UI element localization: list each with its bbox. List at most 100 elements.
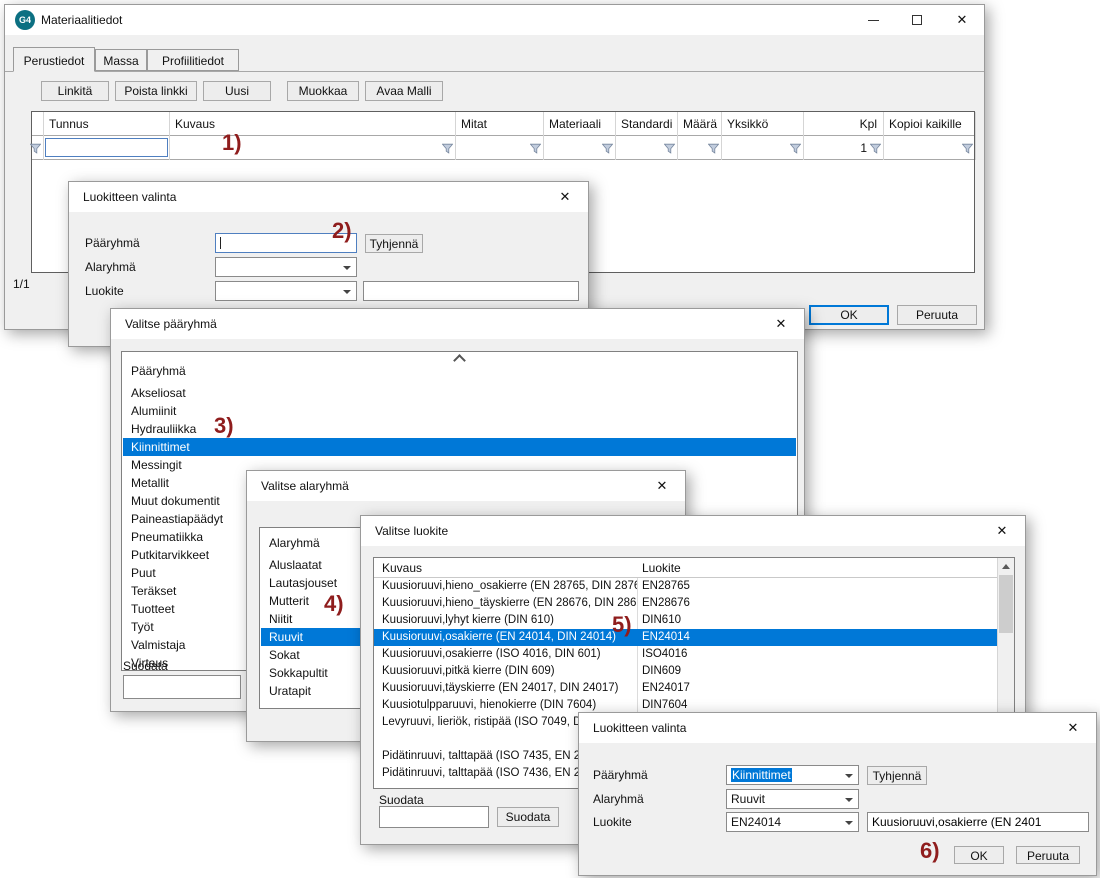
filter-cell-selector: [32, 136, 44, 160]
cell-luokite: EN24014: [637, 629, 999, 646]
chevron-down-icon: [343, 290, 351, 294]
kpl-value: 1: [860, 141, 867, 155]
close-icon: ✕: [657, 478, 668, 493]
column-header-kopioi-kaikille[interactable]: Kopioi kaikille: [884, 112, 976, 136]
filter-icon[interactable]: [708, 143, 719, 154]
filter-icon[interactable]: [790, 143, 801, 154]
cancel-button[interactable]: Peruuta: [1016, 846, 1080, 864]
close-button[interactable]: ✕: [1058, 717, 1088, 739]
cell-kuvaus: Kuusioruuvi,hieno_täyskierre (EN 28676, …: [374, 595, 637, 612]
window-titlebar[interactable]: G4 Materiaalitiedot ✕: [5, 5, 984, 35]
dialog-titlebar[interactable]: Luokitteen valinta ✕: [579, 713, 1096, 743]
cell-luokite: ISO4016: [637, 646, 999, 663]
muokkaa-button[interactable]: Muokkaa: [287, 81, 359, 101]
dialog-titlebar[interactable]: Luokitteen valinta ✕: [69, 182, 588, 212]
close-icon: ✕: [997, 523, 1008, 538]
filter-icon[interactable]: [962, 143, 973, 154]
table-row[interactable]: Kuusioruuvi,hieno_täyskierre (EN 28676, …: [374, 595, 999, 612]
tab-perustiedot[interactable]: Perustiedot: [13, 47, 95, 72]
dialog-title: Valitse luokite: [375, 524, 448, 538]
close-icon: ✕: [776, 316, 787, 331]
column-header-kuvaus[interactable]: Kuvaus: [382, 558, 422, 578]
column-header-kuvaus[interactable]: Kuvaus: [170, 112, 456, 136]
close-icon: ✕: [1068, 720, 1079, 735]
grid-header-row: Kuvaus Luokite: [374, 558, 999, 578]
cancel-button[interactable]: Peruuta: [897, 305, 977, 325]
column-header-materiaali[interactable]: Materiaali: [544, 112, 616, 136]
annotation-step-6: 6): [920, 838, 940, 864]
column-header-yksikk[interactable]: Yksikkö: [722, 112, 804, 136]
ok-button[interactable]: OK: [809, 305, 889, 325]
filter-cell-yksikk: [722, 136, 804, 160]
close-button[interactable]: ✕: [766, 313, 796, 335]
tab-massa[interactable]: Massa: [95, 49, 147, 71]
alaryhma-label: Alaryhmä: [593, 792, 644, 806]
alaryhma-combo[interactable]: Ruuvit: [726, 789, 859, 809]
luokite-text-field[interactable]: [867, 812, 1089, 832]
filter-icon[interactable]: [870, 143, 881, 154]
column-header-m-r[interactable]: Määrä: [678, 112, 722, 136]
luokite-filter-input[interactable]: [379, 806, 489, 828]
close-button[interactable]: ✕: [987, 520, 1017, 542]
filter-icon[interactable]: [664, 143, 675, 154]
clear-button[interactable]: Tyhjennä: [365, 234, 423, 253]
annotation-step-1: 1): [222, 130, 242, 156]
filter-label: Suodata: [379, 793, 424, 807]
filter-cell-m-r: [678, 136, 722, 160]
scrollbar-thumb[interactable]: [999, 575, 1013, 633]
filter-icon[interactable]: [442, 143, 453, 154]
dialog-titlebar[interactable]: Valitse alaryhmä ✕: [247, 471, 685, 501]
tunnus-filter-input[interactable]: [45, 138, 168, 157]
list-item-akseliosat[interactable]: Akseliosat: [123, 384, 796, 402]
filter-icon[interactable]: [602, 143, 613, 154]
close-button[interactable]: ✕: [550, 186, 580, 208]
paaryhma-combo[interactable]: Kiinnittimet: [726, 765, 859, 785]
poista-linkki-button[interactable]: Poista linkki: [115, 81, 197, 101]
filter-cell-materiaali: [544, 136, 616, 160]
luokite-combo[interactable]: [215, 281, 357, 301]
close-button[interactable]: ✕: [647, 475, 677, 497]
avaa-malli-button[interactable]: Avaa Malli: [365, 81, 443, 101]
luokite-text-field[interactable]: [363, 281, 579, 301]
clear-button[interactable]: Tyhjennä: [867, 766, 927, 785]
list-item-kiinnittimet[interactable]: Kiinnittimet: [123, 438, 796, 456]
filter-cell-standardi: [616, 136, 678, 160]
paaryhma-filter-input[interactable]: [123, 675, 241, 699]
screen: G4 Materiaalitiedot ✕ PerustiedotMassaPr…: [0, 0, 1100, 878]
filter-cell-kuvaus: [170, 136, 456, 160]
dialog-titlebar[interactable]: Valitse luokite ✕: [361, 516, 1025, 546]
column-header-luokite[interactable]: Luokite: [642, 558, 681, 578]
column-header-mitat[interactable]: Mitat: [456, 112, 544, 136]
cell-kuvaus: Kuusioruuvi,osakierre (ISO 4016, DIN 601…: [374, 646, 637, 663]
uusi-button[interactable]: Uusi: [203, 81, 271, 101]
ok-button[interactable]: OK: [954, 846, 1004, 864]
scroll-up-button[interactable]: [998, 558, 1014, 575]
table-row[interactable]: Kuusioruuvi,osakierre (EN 24014, DIN 240…: [374, 629, 999, 646]
table-row[interactable]: Kuusioruuvi,lyhyt kierre (DIN 610)DIN610: [374, 612, 999, 629]
filter-icon[interactable]: [530, 143, 541, 154]
list-header: Pääryhmä: [123, 362, 796, 380]
filter-icon[interactable]: [30, 143, 41, 154]
column-header-selector[interactable]: [32, 112, 44, 136]
filter-button[interactable]: Suodata: [497, 807, 559, 827]
maximize-button[interactable]: [897, 5, 939, 35]
alaryhma-combo[interactable]: [215, 257, 357, 277]
chevron-down-icon: [845, 821, 853, 825]
column-header-standardi[interactable]: Standardi: [616, 112, 678, 136]
linkit-button[interactable]: Linkitä: [41, 81, 109, 101]
table-row[interactable]: Kuusioruuvi,osakierre (ISO 4016, DIN 601…: [374, 646, 999, 663]
minimize-button[interactable]: [853, 5, 895, 35]
table-row[interactable]: Kuusioruuvi,pitkä kierre (DIN 609)DIN609: [374, 663, 999, 680]
tab-profiilitiedot[interactable]: Profiilitiedot: [147, 49, 239, 71]
cell-luokite: EN28765: [637, 578, 999, 595]
column-header-kpl[interactable]: Kpl: [804, 112, 884, 136]
luokite-combo[interactable]: EN24014: [726, 812, 859, 832]
cell-luokite: EN28676: [637, 595, 999, 612]
cell-luokite: EN24017: [637, 680, 999, 697]
filter-cell-kopioi-kaikille: [884, 136, 976, 160]
column-header-tunnus[interactable]: Tunnus: [44, 112, 170, 136]
close-button[interactable]: ✕: [941, 5, 983, 35]
table-row[interactable]: Kuusioruuvi,täyskierre (EN 24017, DIN 24…: [374, 680, 999, 697]
table-row[interactable]: Kuusioruuvi,hieno_osakierre (EN 28765, D…: [374, 578, 999, 595]
dialog-titlebar[interactable]: Valitse pääryhmä ✕: [111, 309, 804, 339]
